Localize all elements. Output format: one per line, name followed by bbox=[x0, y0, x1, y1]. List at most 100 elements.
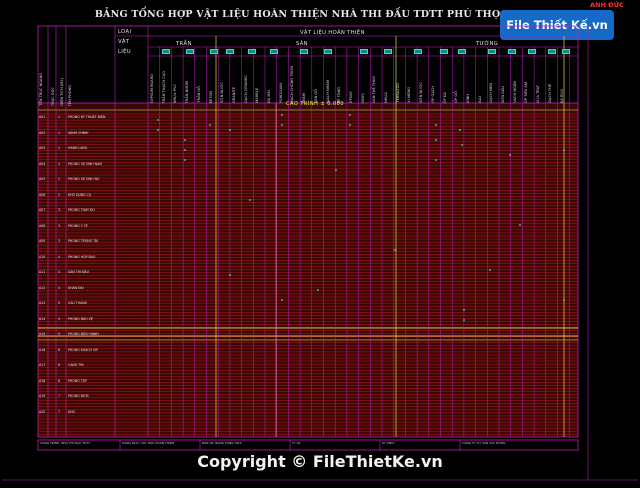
room-code: A03 bbox=[39, 146, 46, 150]
material-badge bbox=[414, 49, 422, 54]
room-name: PHÒNG THAY ĐỒ bbox=[68, 208, 95, 212]
room-axis: 1 bbox=[58, 146, 61, 150]
room-code: A19 bbox=[39, 394, 46, 398]
room-code: A20 bbox=[39, 409, 46, 414]
room-code: A08 bbox=[39, 223, 46, 228]
room-name: SÂN THI ĐẤU bbox=[68, 270, 89, 274]
material-column-22: TERRAZZO bbox=[395, 83, 400, 103]
room-name: PHÒNG TRỌNG TÀI bbox=[68, 239, 99, 243]
cell-mark bbox=[435, 139, 437, 141]
material-badge bbox=[324, 49, 332, 54]
room-axis: 4 bbox=[58, 285, 61, 290]
room-axis: 7 bbox=[58, 394, 61, 398]
room-name: KHO DỤNG CỤ bbox=[68, 192, 92, 197]
room-code: A01 bbox=[39, 115, 46, 119]
material-badge bbox=[528, 49, 536, 54]
room-name: KHÁN ĐÀI bbox=[68, 285, 84, 290]
room-code: A07 bbox=[39, 208, 46, 212]
material-badge bbox=[360, 49, 368, 54]
room-axis: 4 bbox=[58, 254, 61, 259]
material-badge bbox=[186, 49, 194, 54]
cell-mark bbox=[335, 169, 337, 171]
room-axis: 2 bbox=[58, 177, 61, 181]
room-code: A06 bbox=[39, 192, 46, 197]
material-column-16: GẠCH NHÁM bbox=[325, 80, 330, 103]
cell-mark bbox=[184, 139, 186, 141]
room-axis: 2 bbox=[58, 161, 61, 166]
material-badge bbox=[562, 49, 570, 54]
material-column-8: GRANITE bbox=[231, 87, 236, 103]
cell-mark bbox=[349, 124, 351, 126]
cell-mark bbox=[281, 114, 283, 116]
room-name: PHÒNG BẢO VỆ bbox=[68, 316, 93, 321]
cell-mark bbox=[229, 129, 231, 131]
room-name: PHÒNG TẬP bbox=[68, 378, 87, 383]
material-column-35: GẠCH THẺ bbox=[547, 84, 552, 103]
material-badge bbox=[488, 49, 496, 54]
material-column-5: TRẦN GỖ bbox=[196, 86, 201, 103]
room-name: PHÒNG KỸ THUẬT ĐIỆN bbox=[68, 115, 106, 119]
material-badge bbox=[162, 49, 170, 54]
cell-mark bbox=[184, 159, 186, 161]
room-name: PHÒNG HỌP BÁO bbox=[68, 254, 96, 259]
material-column-headers: GYPSUM BOARD TRẦN THẠCH CAO NHỰA PVC TRẦN N… bbox=[0, 58, 640, 103]
room-code: A14 bbox=[39, 316, 46, 321]
room-axis: 5 bbox=[58, 301, 61, 305]
material-badge bbox=[548, 49, 556, 54]
cell-mark bbox=[463, 309, 465, 311]
title-block-cell: HẠNG MỤC: VẬT LIỆU HOÀN THIỆN bbox=[122, 442, 175, 445]
material-column-12: PORCELAIN bbox=[278, 82, 283, 103]
header-group-san: SÀN bbox=[296, 41, 308, 47]
cell-mark bbox=[184, 149, 186, 151]
cell-mark bbox=[229, 274, 231, 276]
material-column-3: NHỰA PVC bbox=[173, 83, 178, 103]
header-group-tran: TRẦN bbox=[176, 41, 192, 47]
table-body-background bbox=[38, 103, 578, 437]
material-badge bbox=[270, 49, 278, 54]
material-column-13: GẠCH CHỐNG TRƠN bbox=[290, 66, 295, 103]
material-column-18: EPOXY bbox=[348, 91, 353, 103]
cell-mark bbox=[157, 119, 159, 121]
cell-mark bbox=[249, 199, 251, 201]
room-code: A11 bbox=[39, 270, 46, 274]
title-block-cell: CÔNG TY TƯ VẤN XÂY DỰNG bbox=[462, 442, 506, 445]
room-axis: 1 bbox=[58, 115, 61, 119]
material-column-30: GẠCH MEN bbox=[489, 83, 494, 103]
cell-mark bbox=[435, 159, 437, 161]
material-column-23: XI MĂNG bbox=[407, 87, 412, 103]
room-name: PHÒNG VỆ SINH NAM bbox=[68, 161, 102, 166]
material-column-19: VINYL bbox=[360, 92, 365, 103]
material-column-7: SƠN NƯỚC bbox=[220, 82, 225, 103]
material-column-4: TRẦN NHÔM bbox=[185, 80, 190, 103]
room-axis: 4 bbox=[58, 270, 61, 274]
room-code: A09 bbox=[39, 239, 46, 243]
title-block-cell: KÝ HIỆU: bbox=[382, 442, 395, 445]
room-name: HÀNH LANG bbox=[68, 146, 88, 150]
room-axis: 3 bbox=[58, 208, 61, 212]
room-code: A13 bbox=[39, 301, 46, 305]
room-axis: 3 bbox=[58, 239, 61, 243]
room-code: A18 bbox=[39, 378, 46, 383]
material-badge bbox=[210, 49, 218, 54]
title-block-cell: TỶ LỆ: bbox=[292, 442, 302, 445]
cell-mark bbox=[519, 224, 521, 226]
material-badge bbox=[248, 49, 256, 54]
material-column-9: GẠCH CERAMIC bbox=[243, 75, 248, 103]
material-column-34: VỮA TRÁT bbox=[536, 84, 541, 103]
header-group-tuong: TƯỜNG bbox=[476, 41, 499, 47]
room-name: KHO bbox=[68, 409, 75, 414]
copyright-watermark: Copyright © FileThietKe.vn bbox=[197, 452, 443, 471]
room-name: PHÒNG Y TẾ bbox=[68, 223, 88, 228]
material-column-24: SƠN NƯỚC bbox=[419, 82, 424, 103]
material-column-11: ĐÁ MÀI bbox=[267, 90, 271, 103]
elevation-label: CAO TRÌNH ± 0.000 bbox=[286, 101, 345, 107]
room-code: A17 bbox=[39, 363, 46, 367]
cell-mark bbox=[461, 144, 463, 146]
room-name: PHÒNG VỆ SINH NỮ bbox=[68, 177, 100, 181]
material-column-32: VÁCH NGĂN bbox=[512, 81, 517, 103]
room-code: A12 bbox=[39, 285, 46, 290]
cell-mark bbox=[394, 249, 396, 251]
room-axis: 2 bbox=[58, 192, 61, 197]
room-name: CẦU THANG bbox=[68, 301, 88, 305]
room-name: PHÒNG BƠM bbox=[68, 394, 89, 398]
